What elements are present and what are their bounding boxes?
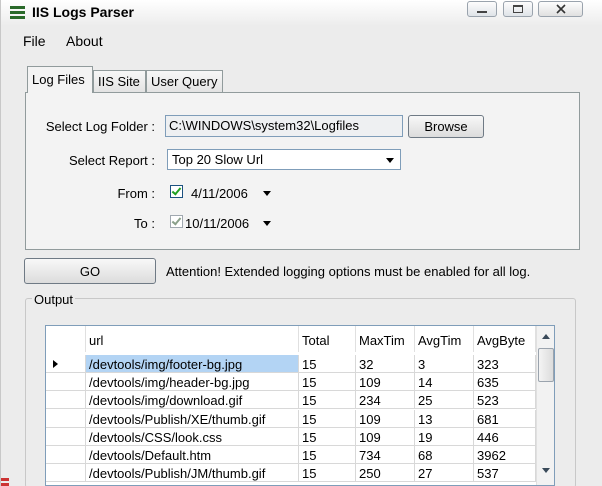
attention-message: Attention! Extended logging options must… bbox=[166, 264, 531, 279]
check-icon bbox=[171, 185, 182, 196]
to-label: To : bbox=[134, 216, 155, 231]
tab-iis-site[interactable]: IIS Site bbox=[93, 70, 146, 92]
tab-user-query[interactable]: User Query bbox=[146, 70, 223, 92]
cell-total[interactable]: 15 bbox=[299, 427, 356, 446]
grid-header: url Total MaxTim AvgTim AvgByte bbox=[46, 326, 536, 352]
cell-maxtime[interactable]: 734 bbox=[356, 446, 415, 464]
cell-avgtime[interactable]: 19 bbox=[415, 427, 474, 446]
cell-maxtime[interactable]: 109 bbox=[356, 373, 415, 392]
cell-avgtime[interactable]: 25 bbox=[415, 391, 474, 410]
minimize-button[interactable] bbox=[467, 1, 497, 17]
column-header-avgbytes[interactable]: AvgByte bbox=[474, 326, 536, 352]
cell-avgbytes[interactable]: 3962 bbox=[474, 446, 536, 464]
cell-avgbytes[interactable]: 635 bbox=[474, 373, 536, 392]
to-checkbox[interactable] bbox=[170, 215, 183, 228]
row-header[interactable] bbox=[46, 409, 86, 428]
menu-bar: File About bbox=[1, 30, 602, 52]
to-date-value[interactable]: 10/11/2006 bbox=[185, 216, 249, 231]
from-date-value[interactable]: 4/11/2006 bbox=[191, 186, 248, 201]
cell-avgtime[interactable]: 13 bbox=[415, 409, 474, 428]
report-select[interactable]: Top 20 Slow Url bbox=[167, 149, 401, 170]
log-folder-input[interactable]: C:\WINDOWS\system32\Logfiles bbox=[165, 115, 403, 137]
row-header-corner bbox=[46, 326, 86, 352]
table-row[interactable]: /devtools/img/download.gif 15 234 25 523 bbox=[46, 391, 536, 410]
scroll-down-icon[interactable] bbox=[542, 468, 550, 473]
row-header[interactable] bbox=[46, 391, 86, 410]
table-row[interactable]: /devtools/Default.htm 15 734 68 3962 bbox=[46, 446, 536, 464]
row-header[interactable] bbox=[46, 464, 86, 483]
table-row[interactable]: /devtools/img/footer-bg.jpg 15 32 3 323 bbox=[46, 355, 536, 373]
from-checkbox[interactable] bbox=[170, 185, 183, 198]
output-grid[interactable]: url Total MaxTim AvgTim AvgByte /devtool… bbox=[45, 325, 555, 486]
column-header-maxtime[interactable]: MaxTim bbox=[356, 326, 415, 352]
row-header[interactable] bbox=[46, 427, 86, 446]
close-icon bbox=[539, 2, 582, 16]
report-select-value: Top 20 Slow Url bbox=[172, 152, 264, 167]
scroll-up-icon[interactable] bbox=[542, 334, 550, 339]
cell-avgbytes[interactable]: 681 bbox=[474, 409, 536, 428]
cell-avgbytes[interactable]: 537 bbox=[474, 464, 536, 483]
from-label: From : bbox=[117, 186, 155, 201]
report-label: Select Report : bbox=[69, 153, 155, 168]
cell-total[interactable]: 15 bbox=[299, 409, 356, 428]
cell-avgbytes[interactable]: 523 bbox=[474, 391, 536, 410]
row-header[interactable] bbox=[46, 446, 86, 464]
minimize-icon bbox=[477, 10, 487, 13]
cell-avgbytes[interactable]: 446 bbox=[474, 427, 536, 446]
check-icon bbox=[171, 215, 182, 226]
menu-about[interactable]: About bbox=[66, 33, 103, 49]
cell-avgtime[interactable]: 14 bbox=[415, 373, 474, 392]
scroll-thumb[interactable] bbox=[538, 348, 554, 382]
browse-button[interactable]: Browse bbox=[408, 115, 484, 138]
cell-avgbytes[interactable]: 323 bbox=[474, 355, 536, 373]
to-date-dropdown-icon[interactable] bbox=[263, 221, 271, 226]
title-bar[interactable]: IIS Logs Parser bbox=[1, 0, 602, 26]
cell-maxtime[interactable]: 234 bbox=[356, 391, 415, 410]
cell-total[interactable]: 15 bbox=[299, 446, 356, 464]
cell-total[interactable]: 15 bbox=[299, 464, 356, 483]
chevron-down-icon bbox=[386, 158, 394, 163]
table-row[interactable]: /devtools/Publish/JM/thumb.gif 15 250 27 537 bbox=[46, 464, 536, 483]
row-header[interactable] bbox=[46, 355, 86, 373]
maximize-icon bbox=[513, 5, 523, 13]
cell-total[interactable]: 15 bbox=[299, 355, 356, 373]
cell-maxtime[interactable]: 250 bbox=[356, 464, 415, 483]
cell-total[interactable]: 15 bbox=[299, 373, 356, 392]
maximize-button[interactable] bbox=[503, 1, 533, 17]
cell-url[interactable]: /devtools/img/footer-bg.jpg bbox=[86, 355, 299, 373]
current-row-arrow-icon bbox=[53, 360, 58, 368]
app-icon bbox=[10, 6, 25, 19]
menu-file[interactable]: File bbox=[23, 33, 46, 49]
cell-avgtime[interactable]: 68 bbox=[415, 446, 474, 464]
from-date-dropdown-icon[interactable] bbox=[263, 191, 271, 196]
column-header-url[interactable]: url bbox=[86, 326, 299, 352]
go-button[interactable]: GO bbox=[24, 258, 156, 284]
table-row[interactable]: /devtools/CSS/look.css 15 109 19 446 bbox=[46, 427, 536, 446]
cell-avgtime[interactable]: 3 bbox=[415, 355, 474, 373]
window-title: IIS Logs Parser bbox=[32, 4, 134, 20]
cell-avgtime[interactable]: 27 bbox=[415, 464, 474, 483]
resize-grip-icon[interactable] bbox=[1, 478, 15, 486]
table-row[interactable]: /devtools/Publish/XE/thumb.gif 15 109 13 681 bbox=[46, 409, 536, 428]
cell-url[interactable]: /devtools/Publish/XE/thumb.gif bbox=[86, 409, 299, 428]
column-header-total[interactable]: Total bbox=[299, 326, 356, 352]
close-button[interactable] bbox=[538, 1, 583, 17]
cell-maxtime[interactable]: 109 bbox=[356, 409, 415, 428]
table-row[interactable]: /devtools/img/header-bg.jpg 15 109 14 635 bbox=[46, 373, 536, 392]
vertical-scrollbar[interactable] bbox=[536, 326, 554, 485]
log-folder-label: Select Log Folder : bbox=[45, 119, 155, 134]
output-label: Output bbox=[32, 292, 76, 307]
cell-url[interactable]: /devtools/img/header-bg.jpg bbox=[86, 373, 299, 392]
row-header[interactable] bbox=[46, 373, 86, 392]
cell-url[interactable]: /devtools/Default.htm bbox=[86, 446, 299, 464]
cell-url[interactable]: /devtools/img/download.gif bbox=[86, 391, 299, 410]
column-header-avgtime[interactable]: AvgTim bbox=[415, 326, 474, 352]
cell-url[interactable]: /devtools/CSS/look.css bbox=[86, 427, 299, 446]
cell-total[interactable]: 15 bbox=[299, 391, 356, 410]
cell-maxtime[interactable]: 32 bbox=[356, 355, 415, 373]
tab-log-files[interactable]: Log Files bbox=[27, 66, 93, 93]
main-window: IIS Logs Parser File About Log Files IIS… bbox=[0, 0, 602, 486]
cell-maxtime[interactable]: 109 bbox=[356, 427, 415, 446]
cell-url[interactable]: /devtools/Publish/JM/thumb.gif bbox=[86, 464, 299, 483]
